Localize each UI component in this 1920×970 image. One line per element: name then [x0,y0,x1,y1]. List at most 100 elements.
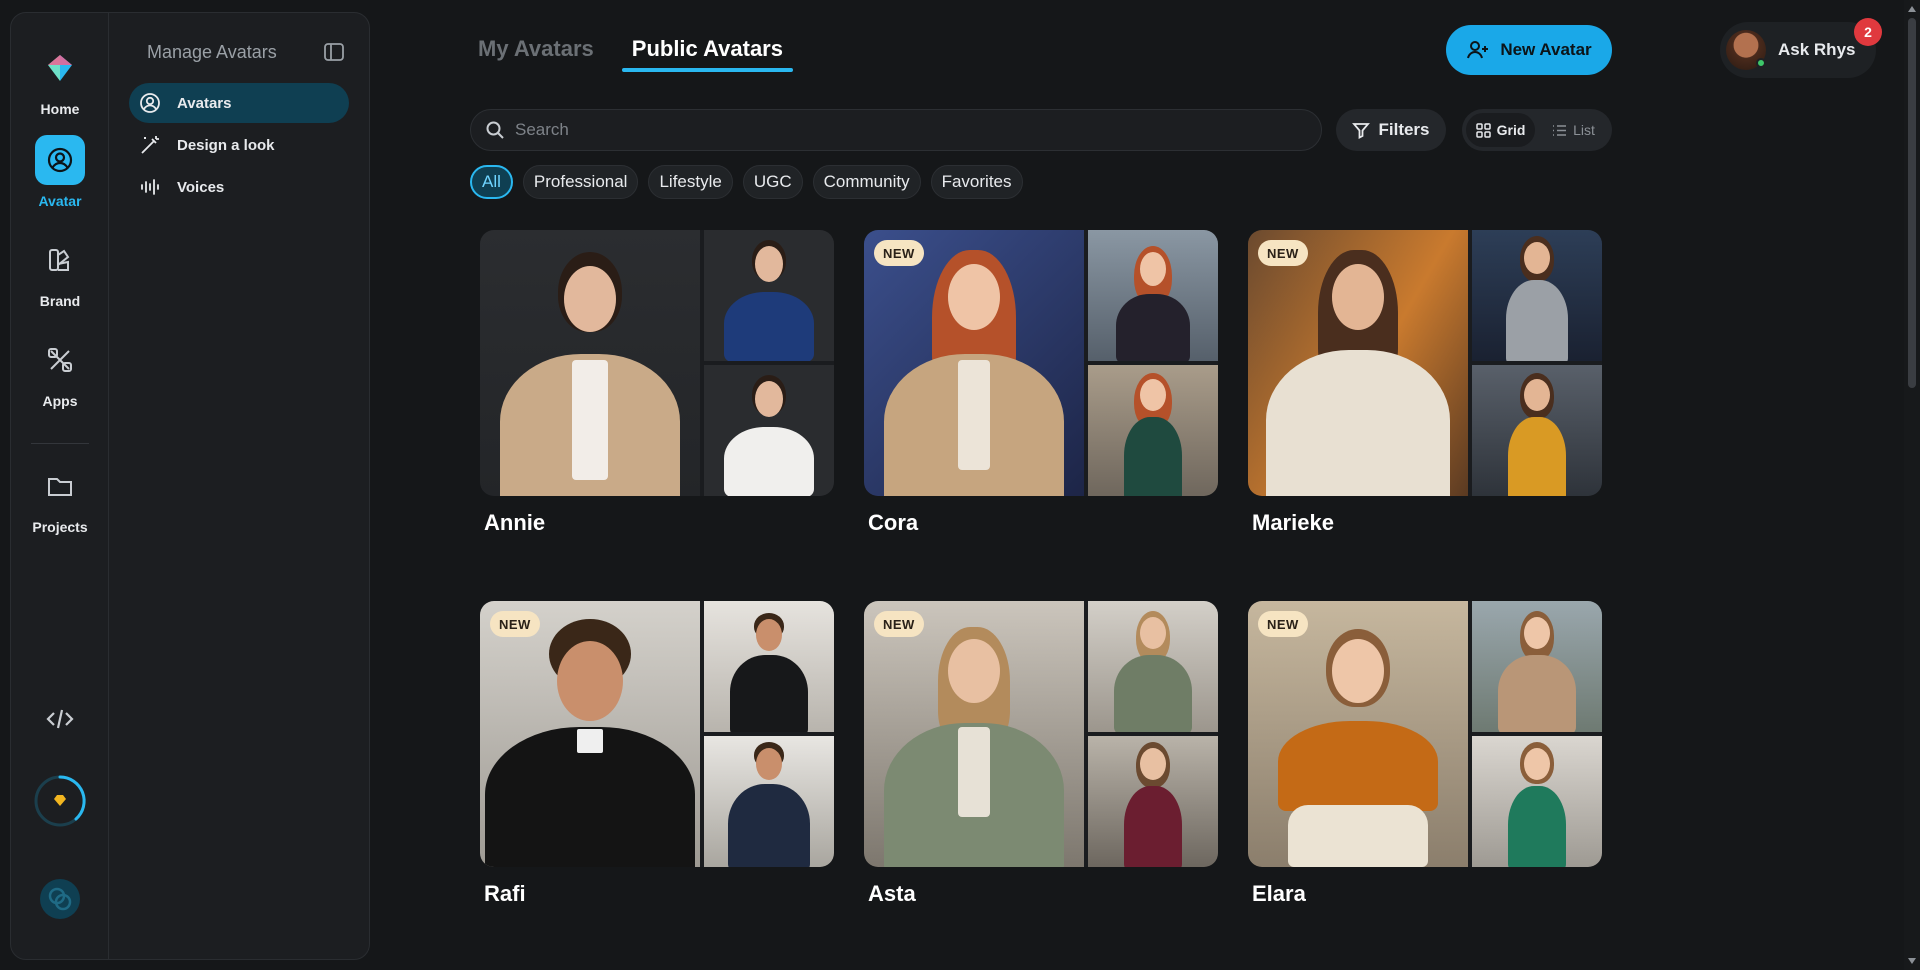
avatar-thumbnail-collage: NEW [864,601,1218,867]
navigation-panel: Home Avatar Brand Apps Projects Manage A… [10,12,370,960]
rail-label-home: Home [40,101,80,117]
rail-label-avatar: Avatar [38,193,82,209]
filters-label: Filters [1378,120,1430,139]
avatar-look-image [1472,365,1602,496]
avatar-name: Marieke [1252,510,1334,535]
avatar-card[interactable]: NEW [480,601,834,907]
avatar-look-image [704,601,834,732]
search-input[interactable] [515,120,1275,140]
page-scrollbar[interactable] [1904,0,1920,970]
workspace-button[interactable] [11,877,109,921]
rail-item-home[interactable]: Home [11,43,109,117]
new-avatar-button[interactable]: New Avatar [1446,25,1612,75]
rail-label-apps: Apps [42,393,78,409]
avatar-card[interactable]: NEW [1248,230,1602,536]
rail-divider [31,443,89,444]
new-avatar-label: New Avatar [1500,40,1592,59]
main-content: My Avatars Public Avatars New Avatar Ask… [470,0,1882,970]
avatar-look-image [1088,365,1218,496]
rail-label-projects: Projects [32,519,88,535]
view-list-label: List [1573,122,1595,138]
scroll-down-arrow-icon[interactable] [1908,958,1916,964]
user-menu-button[interactable]: Ask Rhys 2 [1720,18,1882,78]
avatar-icon [35,135,85,185]
search-icon [486,121,504,139]
search-bar [470,109,1322,151]
avatar-name: Asta [868,881,916,906]
avatar-look-image [1472,230,1602,361]
rail-item-apps[interactable]: Apps [11,335,109,409]
chip-community[interactable]: Community [812,165,921,199]
collapse-sidebar-icon[interactable] [323,41,345,63]
avatar-main-image [864,601,1084,867]
rail-item-brand[interactable]: Brand [11,235,109,309]
avatar-thumbnail-collage: NEW [1248,601,1602,867]
nav-rail: Home Avatar Brand Apps Projects [11,13,109,959]
new-badge: NEW [874,611,924,637]
avatar-look-image [704,230,834,361]
new-badge: NEW [1258,240,1308,266]
add-user-icon [1467,41,1489,59]
avatar-thumbnail-collage: NEW [1248,230,1602,496]
waveform-icon [141,179,159,195]
avatar-name: Elara [1252,881,1306,906]
rail-item-projects[interactable]: Projects [11,461,109,535]
grid-icon [1475,122,1491,138]
submenu-item-avatars[interactable]: Avatars [129,83,349,123]
submenu-item-design-a-look[interactable]: Design a look [129,125,349,165]
app-root: Home Avatar Brand Apps Projects Manage A… [0,0,1920,970]
brand-icon [35,235,85,285]
scroll-up-arrow-icon[interactable] [1908,6,1916,12]
submenu-title: Manage Avatars [147,41,277,62]
avatar-submenu: Manage Avatars Avatars Design a look Voi… [109,13,369,959]
chip-all[interactable]: All [470,165,513,199]
tab-public-avatars[interactable]: Public Avatars [621,36,794,72]
view-toggle: Grid List [1462,109,1612,151]
folder-icon [35,461,85,511]
avatar-look-image [704,736,834,867]
avatar-main-image [480,601,700,867]
submenu-header: Manage Avatars [129,41,349,63]
submenu-item-voices[interactable]: Voices [129,167,349,207]
view-list-option[interactable]: List [1539,113,1608,147]
list-icon [1553,124,1567,136]
user-name: Ask Rhys [1778,40,1856,59]
new-badge: NEW [490,611,540,637]
category-chips: All Professional Lifestyle UGC Community… [470,165,1023,199]
avatar-main-image [1248,601,1468,867]
user-avatar [1726,30,1766,70]
avatar-look-image [1088,736,1218,867]
avatar-card[interactable]: NEW [864,601,1218,907]
scrollbar-thumb[interactable] [1908,18,1916,388]
credits-progress-button[interactable] [11,773,109,829]
avatar-main-image [1248,230,1468,496]
avatar-look-image [704,365,834,496]
avatar-name: Rafi [484,881,526,906]
avatar-name: Cora [868,510,919,535]
avatar-look-image [1088,601,1218,732]
notification-badge: 2 [1854,18,1882,46]
avatar-card[interactable]: NEW [864,230,1218,536]
submenu-label-avatars: Avatars [177,94,232,112]
chip-lifestyle[interactable]: Lifestyle [648,165,733,199]
avatar-card[interactable]: NEW [1248,601,1602,907]
avatar-look-image [1472,736,1602,867]
chip-professional[interactable]: Professional [522,165,639,199]
rail-label-brand: Brand [39,293,81,309]
view-grid-option[interactable]: Grid [1466,113,1535,147]
filters-button[interactable]: Filters [1336,109,1446,151]
tab-my-avatars[interactable]: My Avatars [478,36,594,70]
avatar-main-image [480,230,700,496]
rail-item-avatar[interactable]: Avatar [11,135,109,209]
magic-wand-icon [141,136,159,154]
online-status-dot [1756,58,1766,68]
avatar-name: Annie [484,510,546,535]
avatar-card[interactable]: Annie [480,230,834,536]
developer-code-button[interactable] [11,703,109,735]
avatar-thumbnail-collage: NEW [864,230,1218,496]
chip-ugc[interactable]: UGC [742,165,803,199]
avatar-tabs: My Avatars Public Avatars [478,36,794,72]
avatar-circle-icon [140,93,160,113]
chip-favorites[interactable]: Favorites [930,165,1023,199]
code-icon [46,709,74,729]
